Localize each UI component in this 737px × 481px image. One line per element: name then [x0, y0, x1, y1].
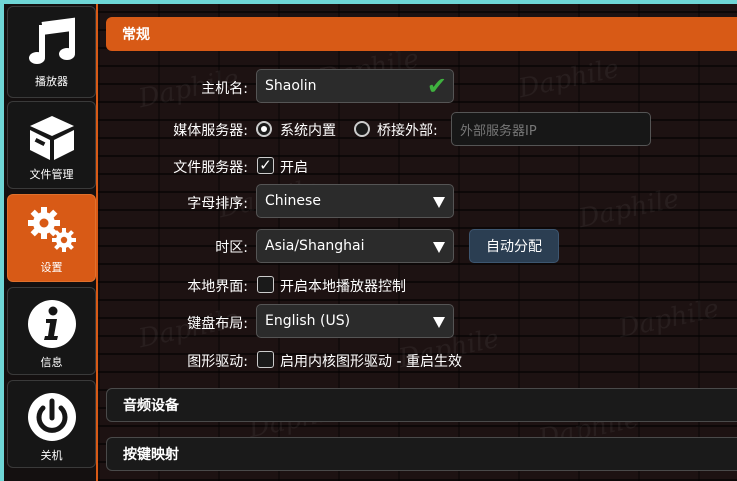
hostname-input[interactable]: Shaolin ✔ — [256, 69, 454, 103]
sidebar-item-power[interactable]: 关机 — [7, 380, 96, 468]
media-server-external-text: 桥接外部: — [377, 123, 438, 139]
sidebar-item-player[interactable]: 播放器 — [7, 6, 96, 98]
timezone-label: 时区: — [215, 240, 248, 256]
sidebar-item-label: 文件管理 — [29, 168, 74, 181]
sidebar-item-label: 设置 — [40, 261, 63, 274]
file-server-checkbox[interactable]: ✓ — [257, 157, 274, 174]
keyboard-layout-label: 键盘布局: — [187, 316, 248, 332]
graphics-driver-checkbox[interactable] — [257, 351, 274, 368]
box-icon — [29, 116, 74, 160]
media-server-label: 媒体服务器: — [173, 123, 248, 139]
sidebar-item-label: 关机 — [40, 449, 63, 462]
watermark: Daphile — [615, 293, 722, 345]
watermark: Daphile — [515, 53, 622, 105]
sidebar-item-info[interactable]: 信息 — [7, 287, 96, 375]
settings-panel: Daphile Daphile Daphile Daphile Daphile … — [98, 4, 737, 481]
media-server-internal-text: 系统内置 — [280, 123, 336, 139]
external-server-ip-input[interactable]: 外部服务器IP — [451, 112, 651, 146]
local-ui-checkbox-text: 开启本地播放器控制 — [280, 279, 406, 295]
media-server-external-radio[interactable] — [354, 121, 370, 137]
keyboard-layout-value: English (US) — [265, 313, 351, 329]
gears-icon — [27, 207, 76, 252]
music-note-icon — [28, 17, 75, 64]
watermark: Daphile — [575, 183, 682, 235]
alpha-sort-select[interactable]: Chinese — [256, 184, 454, 218]
power-icon — [27, 393, 76, 441]
alpha-sort-label: 字母排序: — [187, 196, 248, 212]
graphics-driver-label: 图形驱动: — [187, 354, 248, 370]
sidebar-item-files[interactable]: 文件管理 — [7, 101, 96, 189]
alpha-sort-value: Chinese — [265, 193, 321, 209]
local-ui-checkbox[interactable] — [257, 276, 274, 293]
media-server-internal-radio[interactable] — [256, 121, 272, 137]
timezone-value: Asia/Shanghai — [265, 238, 365, 254]
sidebar: 播放器 文件管理 设置 信息 关机 — [4, 4, 96, 481]
hostname-label: 主机名: — [201, 81, 248, 97]
timezone-select[interactable]: Asia/Shanghai — [256, 229, 454, 263]
graphics-driver-checkbox-text: 启用内核图形驱动 - 重启生效 — [280, 354, 462, 370]
section-keymap-header[interactable]: 按键映射 — [106, 437, 737, 471]
checkmark-icon: ✔ — [426, 72, 447, 100]
sidebar-item-label: 播放器 — [35, 75, 68, 88]
section-audio-header[interactable]: 音频设备 — [106, 388, 737, 422]
dropdown-arrow-icon — [433, 242, 445, 253]
keyboard-layout-select[interactable]: English (US) — [256, 304, 454, 338]
dropdown-arrow-icon — [433, 317, 445, 328]
dropdown-arrow-icon — [433, 197, 445, 208]
section-general-header[interactable]: 常规 — [106, 17, 737, 51]
info-icon — [27, 300, 76, 348]
sidebar-item-settings[interactable]: 设置 — [7, 194, 96, 282]
file-server-checkbox-text: 开启 — [280, 160, 308, 176]
auto-assign-button[interactable]: 自动分配 — [469, 229, 559, 263]
sidebar-item-label: 信息 — [40, 356, 63, 369]
hostname-value: Shaolin — [265, 78, 317, 94]
local-ui-label: 本地界面: — [187, 279, 248, 295]
file-server-label: 文件服务器: — [173, 160, 248, 176]
